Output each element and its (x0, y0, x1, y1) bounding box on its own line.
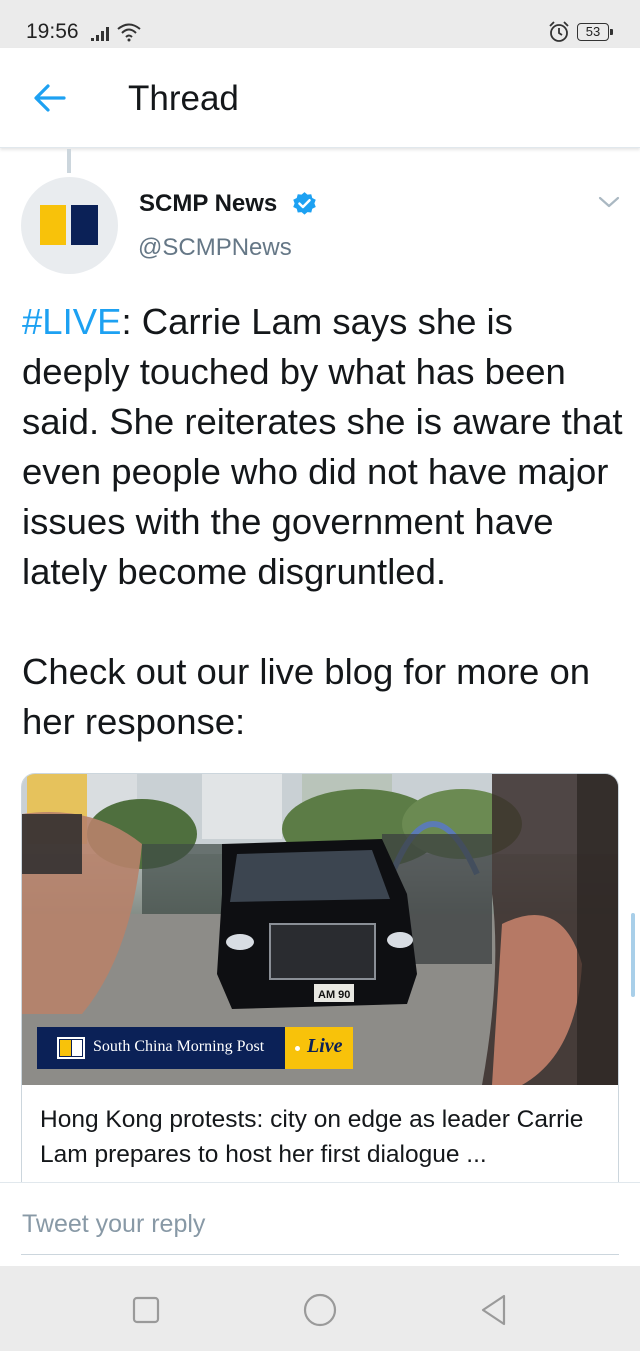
status-bar: 19:56 53 (0, 0, 640, 48)
scmp-logo-icon (57, 1037, 85, 1059)
reply-bar (0, 1182, 640, 1266)
live-label: Live (307, 1035, 343, 1057)
status-time: 19:56 (26, 20, 79, 43)
thread-header: Thread (0, 48, 640, 148)
back-button[interactable] (28, 76, 72, 120)
wifi-icon (117, 23, 141, 42)
link-preview-card[interactable]: AM 90 South China Morning Post Live Hong… (21, 773, 619, 1188)
verified-badge-icon (293, 192, 316, 215)
avatar-logo-yellow-block (40, 205, 66, 245)
avatar[interactable] (21, 177, 118, 274)
hashtag-link[interactable]: #LIVE (22, 301, 121, 342)
tweet-paragraph-1: #LIVE: Carrie Lam says she is deeply tou… (22, 297, 627, 597)
card-title: Hong Kong protests: city on edge as lead… (40, 1106, 584, 1168)
scmp-brand-banner: South China Morning Post (37, 1027, 285, 1069)
tweet-paragraph-2: Check out our live blog for more on her … (22, 651, 591, 742)
tweet-body-text: : Carrie Lam says she is deeply touched … (22, 301, 623, 592)
live-dot-icon (295, 1046, 300, 1051)
tweet-text: #LIVE: Carrie Lam says she is deeply tou… (22, 297, 627, 747)
live-badge: Live (285, 1027, 353, 1069)
recents-button[interactable] (126, 1290, 166, 1330)
back-nav-button[interactable] (474, 1290, 514, 1330)
system-nav-bar (0, 1266, 640, 1351)
card-image: AM 90 South China Morning Post Live (22, 774, 618, 1085)
author-name[interactable]: SCMP News (139, 190, 277, 218)
chevron-down-icon[interactable] (597, 194, 621, 210)
arrow-left-icon (34, 84, 66, 112)
reply-input[interactable] (21, 1207, 619, 1255)
scmp-brand-text: South China Morning Post (93, 1038, 265, 1055)
signal-icon (91, 27, 109, 41)
back-triangle-icon (481, 1294, 506, 1326)
home-circle-icon (303, 1293, 337, 1327)
page-title: Thread (128, 79, 239, 118)
home-button[interactable] (300, 1290, 340, 1330)
license-plate-text: AM 90 (318, 989, 350, 1001)
thread-connector-line (67, 149, 71, 173)
alarm-icon (549, 21, 569, 42)
avatar-logo-navy-block (71, 205, 98, 245)
author-handle[interactable]: @SCMPNews (138, 234, 292, 262)
recents-square-icon (132, 1296, 160, 1324)
battery-icon: 53 (577, 23, 613, 41)
scrollbar[interactable] (631, 913, 635, 997)
